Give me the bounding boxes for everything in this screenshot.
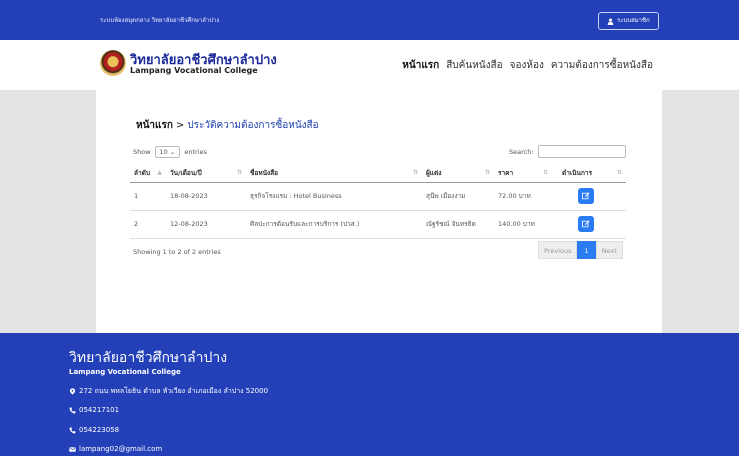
cell-author: ณัฐรัชณ์ จันทรธิต (422, 210, 494, 239)
sort-icon: ⇅ (236, 169, 242, 176)
footer-phone-1-text[interactable]: 054217101 (79, 406, 119, 414)
cell-price: 140.00 บาท (494, 210, 552, 239)
col-action-label: ดำเนินการ (562, 168, 593, 177)
search-label: Search: (509, 147, 534, 156)
user-icon (607, 18, 614, 25)
top-bar: ระบบห้องสมุดกลาง วิทยาลัยอาชีวศึกษาลำปาง… (0, 0, 739, 40)
cell-author: สุนีพ เมืองงาม (422, 182, 494, 211)
cell-action (552, 210, 626, 239)
footer-college-en: Lampang Vocational College (69, 368, 181, 376)
phone-icon (69, 407, 76, 413)
previous-button[interactable]: Previous (538, 241, 578, 259)
chevron-down-icon: ⌄ (169, 148, 176, 156)
cell-title: ศิลปะการต้อนรับและการบริการ (ปวส.) (246, 210, 422, 239)
col-no-label: ลำดับ (134, 168, 150, 177)
page-1-button[interactable]: 1 (577, 241, 596, 259)
col-author-label: ผู้แต่ง (426, 168, 442, 177)
edit-button[interactable] (578, 216, 594, 232)
footer: วิทยาลัยอาชีวศึกษาลำปาง Lampang Vocation… (0, 333, 739, 456)
footer-phone-1: 054217101 (69, 406, 119, 414)
breadcrumb-home[interactable]: หน้าแรก (136, 120, 173, 131)
col-title[interactable]: ชื่อหนังสือ ⇅ (246, 164, 422, 183)
entries-value: 10 (159, 148, 168, 156)
sort-icon: ⇅ (412, 169, 418, 176)
table-row: 2 12-08-2023 ศิลปะการต้อนรับและการบริการ… (130, 210, 626, 239)
site-name: ระบบห้องสมุดกลาง วิทยาลัยอาชีวศึกษาลำปาง (100, 17, 220, 24)
sort-icon: ⇅ (484, 169, 490, 176)
main-nav: หน้าแรก สืบค้นหนังสือ จองห้อง ความต้องกา… (402, 58, 653, 73)
cell-title: ธุรกิจโรงแรม : Hotel Business (246, 182, 422, 211)
footer-college-th: วิทยาลัยอาชีวศึกษาลำปาง (69, 350, 228, 366)
map-marker-icon (69, 388, 76, 395)
table-row: 1 18-08-2023 ธุรกิจโรงแรม : Hotel Busine… (130, 182, 626, 211)
cell-date: 12-08-2023 (166, 210, 246, 239)
breadcrumb-separator: > (175, 120, 185, 131)
table-info: Showing 1 to 2 of 2 entries (133, 248, 221, 256)
search-input[interactable] (537, 145, 626, 158)
sort-icon: ▲ (157, 169, 162, 176)
member-button[interactable]: ระบบสมาชิก (598, 12, 659, 30)
envelope-icon (69, 446, 76, 452)
edit-icon (582, 220, 590, 228)
entries-select[interactable]: 10 ⌄ (154, 146, 181, 158)
sort-icon: ⇅ (616, 169, 622, 176)
cell-no: 1 (130, 182, 166, 211)
edit-icon (582, 192, 590, 200)
college-logo[interactable] (100, 50, 126, 76)
entries-length: Show 10 ⌄ entries (133, 146, 207, 158)
entries-label: entries (184, 148, 207, 156)
table-header-row: ลำดับ ▲ วัน/เดือน/ปี ⇅ ชื่อหนังสือ ⇅ ผู้แต่… (130, 164, 626, 183)
next-button[interactable]: Next (595, 241, 623, 259)
col-no[interactable]: ลำดับ ▲ (130, 164, 166, 183)
college-name-en[interactable]: Lampang Vocational College (130, 66, 258, 75)
book-request-table: ลำดับ ▲ วัน/เดือน/ปี ⇅ ชื่อหนังสือ ⇅ ผู้แต่… (130, 164, 626, 239)
sort-icon: ⇅ (542, 169, 548, 176)
cell-no: 2 (130, 210, 166, 239)
nav-search-books[interactable]: สืบค้นหนังสือ (446, 58, 502, 73)
nav-home[interactable]: หน้าแรก (402, 58, 439, 73)
edit-button[interactable] (578, 188, 594, 204)
col-date[interactable]: วัน/เดือน/ปี ⇅ (166, 164, 246, 183)
cell-action (552, 182, 626, 211)
breadcrumb-current: ประวัติความต้องการซื้อหนังสือ (187, 120, 319, 131)
nav-book-room[interactable]: จองห้อง (510, 58, 544, 73)
col-price-label: ราคา (498, 168, 514, 177)
cell-date: 18-08-2023 (166, 182, 246, 211)
cell-price: 72.00 บาท (494, 182, 552, 211)
phone-icon (69, 427, 76, 433)
col-author[interactable]: ผู้แต่ง ⇅ (422, 164, 494, 183)
member-label: ระบบสมาชิก (617, 17, 650, 24)
col-price[interactable]: ราคา ⇅ (494, 164, 552, 183)
show-label: Show (133, 148, 151, 156)
nav-book-request[interactable]: ความต้องการซื้อหนังสือ (551, 58, 653, 73)
footer-email: lampang02@gmail.com (69, 445, 162, 453)
col-date-label: วัน/เดือน/ปี (170, 168, 202, 177)
footer-email-text[interactable]: lampang02@gmail.com (79, 445, 162, 453)
breadcrumb: หน้าแรก > ประวัติความต้องการซื้อหนังสือ (136, 118, 319, 133)
pagination: Previous 1 Next (538, 241, 623, 259)
footer-phone-2: 054223058 (69, 426, 119, 434)
footer-address: 272 ถนน พหลโยธิน ตำบล หัวเวียง อำเภอเมือ… (69, 386, 268, 397)
header: วิทยาลัยอาชีวศึกษาลำปาง Lampang Vocation… (0, 40, 739, 90)
col-title-label: ชื่อหนังสือ (250, 168, 279, 177)
table-search: Search: (509, 145, 626, 158)
footer-phone-2-text[interactable]: 054223058 (79, 426, 119, 434)
col-action[interactable]: ดำเนินการ ⇅ (552, 164, 626, 183)
footer-address-text: 272 ถนน พหลโยธิน ตำบล หัวเวียง อำเภอเมือ… (79, 387, 269, 395)
